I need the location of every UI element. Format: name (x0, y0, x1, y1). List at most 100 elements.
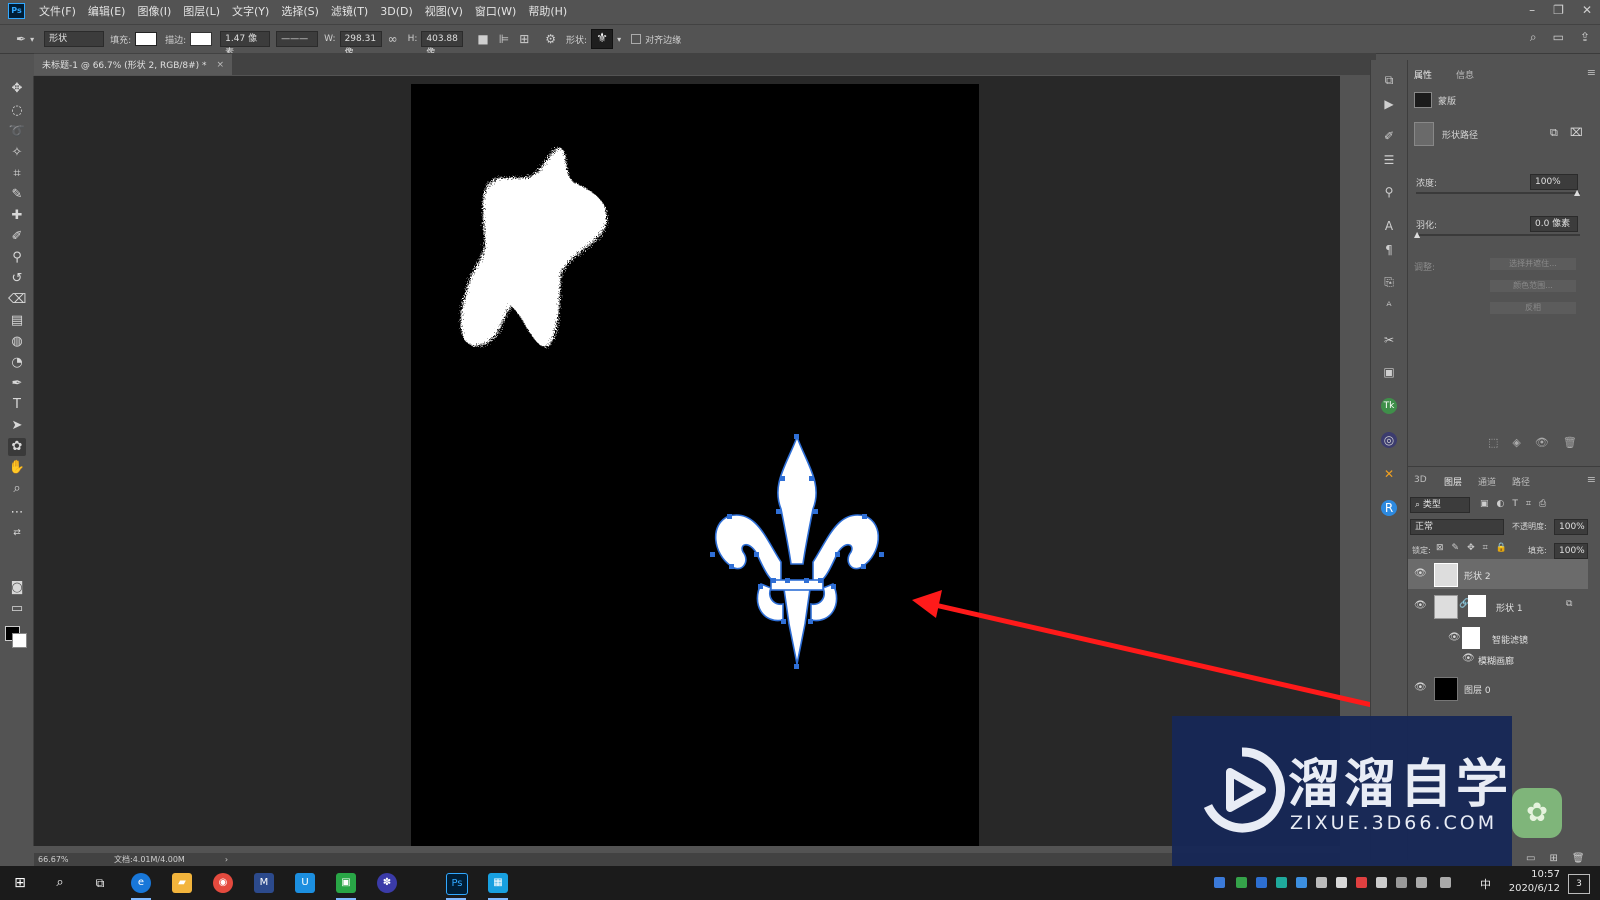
tray-teal-icon[interactable] (1276, 877, 1287, 888)
tray-blue-icon[interactable] (1296, 877, 1307, 888)
clone-source-icon[interactable]: ⚲ (1381, 184, 1397, 200)
tray-app-icon[interactable] (1376, 877, 1387, 888)
layer-row[interactable]: 👁 🔗 形状 1 ⧉ (1408, 591, 1588, 621)
tk-plugin-icon[interactable]: Tk (1381, 398, 1397, 414)
adjustments-panel-icon[interactable]: ☰ (1381, 152, 1397, 168)
add-mask-icon[interactable]: ⧉ (1550, 126, 1558, 140)
layer-mask-thumbnail[interactable] (1468, 595, 1486, 617)
density-input[interactable]: 100% (1530, 174, 1578, 190)
visibility-icon[interactable]: 👁 (1535, 436, 1549, 449)
shape-path-label: 形状路径 (1442, 131, 1479, 141)
lock-pixels-icon[interactable]: ✎ (1452, 543, 1460, 553)
tool-presets-icon[interactable]: ✂ (1381, 332, 1397, 348)
plugin-circle-icon[interactable]: ◎ (1381, 432, 1397, 448)
lock-all-icon[interactable]: 🔒 (1496, 543, 1507, 553)
apply-mask-icon[interactable]: ⌧ (1570, 126, 1583, 139)
smart-object-filter-icon[interactable]: ⎙ (1539, 499, 1546, 509)
filter-mask-thumbnail[interactable] (1462, 627, 1480, 649)
system-clock[interactable]: 10:57 2020/6/12 (1509, 868, 1560, 896)
history-panel-icon[interactable]: ⧉ (1381, 72, 1397, 88)
search-icon[interactable]: ⌕ (50, 873, 70, 893)
adjustment-filter-icon[interactable]: ◐ (1497, 499, 1505, 509)
lock-artboard-icon[interactable]: ⌗ (1483, 543, 1488, 553)
visibility-eye-icon[interactable]: 👁 (1462, 653, 1475, 664)
layers-footer: ▭ ⊞ 🗑 (1526, 853, 1585, 864)
visibility-eye-icon[interactable]: 👁 (1414, 600, 1427, 611)
layer-row[interactable]: 👁 模糊画廊 (1408, 649, 1588, 671)
chrome-icon[interactable]: ◉ (213, 873, 233, 893)
crossed-tools-icon[interactable]: ✕ (1381, 466, 1397, 482)
delete-layer-icon[interactable]: 🗑 (1572, 853, 1585, 864)
character-panel-icon[interactable]: A (1381, 218, 1397, 234)
app-screen-icon[interactable]: ▦ (488, 873, 508, 893)
browser-icon[interactable]: e (131, 873, 151, 893)
app-u-icon[interactable]: U (295, 873, 315, 893)
layer-filter-select[interactable]: ⌕ 类型 (1410, 497, 1470, 513)
opacity-input[interactable]: 100% (1554, 519, 1588, 535)
load-selection-icon[interactable]: ⬚ (1488, 436, 1498, 449)
volume-icon[interactable] (1416, 877, 1427, 888)
feather-input[interactable]: 0.0 像素 (1530, 216, 1578, 232)
density-slider-handle[interactable]: ▲ (1574, 188, 1580, 197)
properties-footer: ⬚ ◈ 👁 🗑 (1488, 436, 1577, 449)
app-green-icon[interactable]: ▣ (336, 873, 356, 893)
tray-cloud-icon[interactable] (1214, 877, 1225, 888)
paragraph-panel-icon[interactable]: ¶ (1381, 242, 1397, 258)
character-styles-icon[interactable]: ᴬ (1381, 298, 1397, 314)
tab-properties[interactable]: 属性 (1414, 68, 1432, 81)
actions-panel-icon[interactable]: ▶ (1381, 96, 1397, 112)
ra-plugin-icon[interactable]: R (1381, 500, 1397, 516)
apply-icon[interactable]: ◈ (1512, 436, 1520, 449)
visibility-eye-icon[interactable]: 👁 (1414, 682, 1427, 693)
tray-red-icon[interactable] (1356, 877, 1367, 888)
vector-mask-thumb[interactable] (1414, 122, 1434, 146)
photoshop-taskbar-icon[interactable]: Ps (446, 873, 468, 895)
tab-layers[interactable]: 图层 (1444, 475, 1462, 488)
shape-filter-icon[interactable]: ⌗ (1526, 499, 1531, 509)
trash-icon[interactable]: 🗑 (1563, 436, 1577, 449)
app-m-icon[interactable]: M (254, 873, 274, 893)
tray-network-icon[interactable] (1396, 877, 1407, 888)
visibility-eye-icon[interactable]: 👁 (1414, 568, 1427, 579)
paragraph-styles-icon[interactable]: ⎘ (1381, 274, 1397, 290)
tray-green-icon[interactable] (1236, 877, 1247, 888)
tab-info[interactable]: 信息 (1456, 68, 1474, 81)
fill-input[interactable]: 100% (1554, 543, 1588, 559)
feather-slider-track[interactable] (1416, 234, 1580, 236)
type-filter-icon[interactable]: T (1512, 499, 1518, 509)
invert-button[interactable]: 反相 (1490, 302, 1576, 314)
panel-menu-icon[interactable]: ≡ (1587, 66, 1596, 79)
layers-menu-icon[interactable]: ≡ (1587, 473, 1596, 486)
tab-3d[interactable]: 3D (1414, 475, 1427, 485)
visibility-eye-icon[interactable]: 👁 (1448, 632, 1461, 643)
file-explorer-icon[interactable]: ▰ (172, 873, 192, 893)
new-group-icon[interactable]: ▭ (1526, 853, 1535, 864)
pen-icon[interactable] (1440, 877, 1451, 888)
color-range-button[interactable]: 颜色范围... (1490, 280, 1576, 292)
tab-paths[interactable]: 路径 (1512, 475, 1530, 488)
new-layer-icon[interactable]: ⊞ (1549, 853, 1557, 864)
feather-slider-handle[interactable]: ▲ (1414, 230, 1420, 239)
brush-settings-icon[interactable]: ✐ (1381, 128, 1397, 144)
tray-shield-icon[interactable] (1256, 877, 1267, 888)
tray-mic-icon[interactable] (1316, 877, 1327, 888)
select-and-mask-button[interactable]: 选择并遮住... (1490, 258, 1576, 270)
windows-start-icon[interactable]: ⊞ (10, 873, 30, 893)
density-slider-track[interactable] (1416, 192, 1580, 194)
lock-transparent-icon[interactable]: ⊠ (1436, 543, 1444, 553)
status-menu-chevron-icon[interactable]: › (225, 855, 228, 864)
libraries-icon[interactable]: ▣ (1381, 364, 1397, 380)
smart-filters-label: 智能滤镜 (1492, 636, 1529, 646)
ime-indicator[interactable]: 中 (1480, 876, 1491, 892)
app-paw-icon[interactable]: ✽ (377, 873, 397, 893)
tab-channels[interactable]: 通道 (1478, 475, 1496, 488)
task-view-icon[interactable]: ⧉ (90, 873, 110, 893)
blend-mode-select[interactable]: 正常 (1410, 519, 1504, 535)
layer-row[interactable]: 👁 形状 2 (1408, 559, 1588, 589)
pixel-filter-icon[interactable]: ▣ (1480, 499, 1489, 509)
layer-row[interactable]: 👁 图层 0 (1408, 673, 1588, 703)
zoom-level[interactable]: 66.67% (38, 855, 108, 864)
notification-center-icon[interactable]: 3 (1568, 874, 1590, 894)
lock-position-icon[interactable]: ✥ (1467, 543, 1475, 553)
tray-gpu-icon[interactable] (1336, 877, 1347, 888)
